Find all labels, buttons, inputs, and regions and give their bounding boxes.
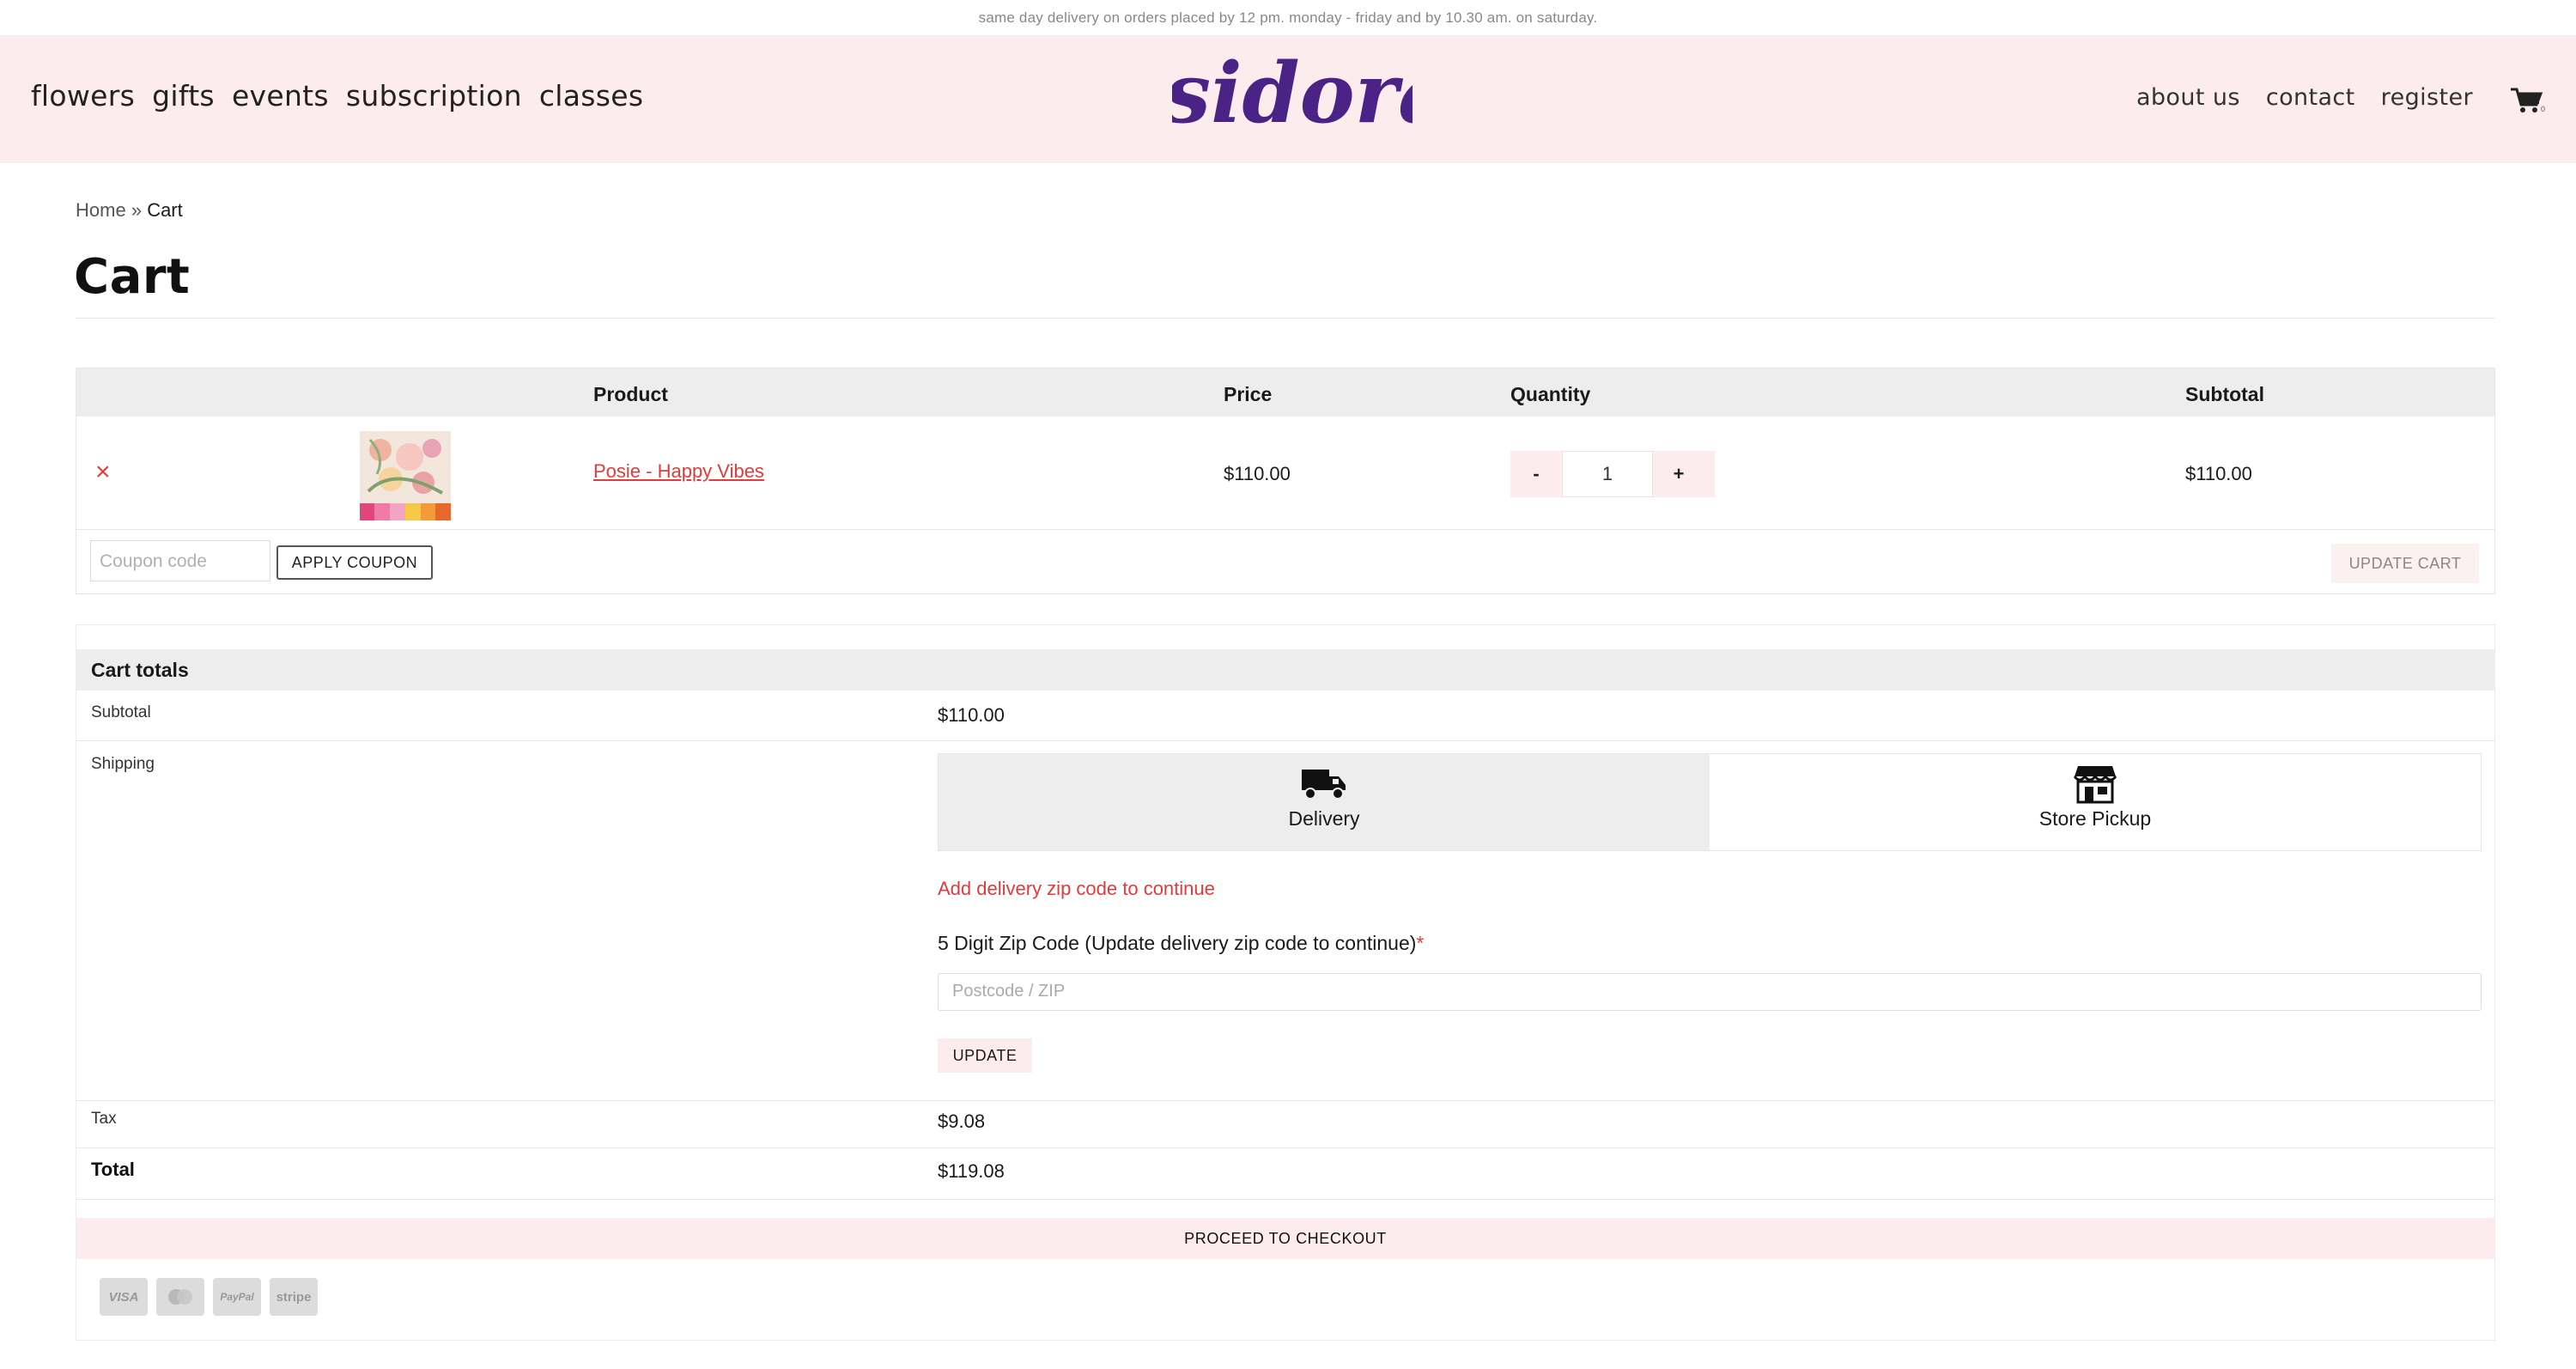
table-row: × Posie - Happy Vibes $110.00 - 1 + $110… (76, 417, 2494, 530)
announcement-bar: same day delivery on orders placed by 12… (0, 0, 2576, 36)
nav-flowers[interactable]: flowers (31, 79, 135, 113)
cart-count: 0 (2540, 105, 2545, 113)
delivery-label: Delivery (1288, 807, 1360, 830)
nav-contact[interactable]: contact (2266, 84, 2355, 111)
zip-label: 5 Digit Zip Code (Update delivery zip co… (938, 932, 1424, 955)
required-asterisk: * (1416, 932, 1425, 954)
shipping-method-selector: Delivery Store Pickup (938, 753, 2482, 851)
truck-icon (1302, 770, 1346, 800)
header-quantity: Quantity (1510, 383, 1591, 405)
cart-actions: Coupon code APPLY COUPON UPDATE CART (76, 530, 2494, 595)
update-zip-button[interactable]: UPDATE (938, 1038, 1032, 1073)
zip-code-input[interactable]: Postcode / ZIP (938, 973, 2482, 1011)
quantity-decrease-button[interactable]: - (1510, 451, 1562, 497)
secondary-nav: about us contact register (2136, 84, 2473, 111)
header-price: Price (1224, 383, 1273, 405)
main-nav: flowers gifts events subscription classe… (31, 79, 643, 113)
total-label: Total (91, 1159, 135, 1180)
paypal-icon: PayPal (213, 1278, 261, 1316)
nav-classes[interactable]: classes (539, 79, 644, 113)
cart-totals: Cart totals Subtotal $110.00 Shipping De… (76, 624, 2495, 1341)
breadcrumb-current: Cart (147, 199, 183, 221)
quantity-stepper: - 1 + (1510, 451, 1715, 497)
row-divider (76, 1147, 2494, 1148)
table-header: Product Price Quantity Subtotal (76, 368, 2494, 417)
store-pickup-label: Store Pickup (2038, 807, 2152, 830)
shipping-option-delivery[interactable]: Delivery (939, 754, 1710, 850)
site-header: flowers gifts events subscription classe… (0, 36, 2576, 163)
item-price: $110.00 (1224, 463, 1291, 484)
cart-totals-header: Cart totals (76, 649, 2494, 691)
page-title: Cart (74, 249, 191, 305)
quantity-input[interactable]: 1 (1562, 451, 1653, 497)
tax-value: $9.08 (938, 1110, 986, 1132)
product-thumbnail[interactable] (360, 431, 451, 520)
store-icon (2073, 766, 2117, 804)
breadcrumb-separator: » (131, 199, 143, 221)
update-cart-button[interactable]: UPDATE CART (2331, 544, 2479, 583)
row-divider (76, 740, 2494, 741)
subtotal-value: $110.00 (938, 704, 1005, 726)
product-link[interactable]: Posie - Happy Vibes (593, 460, 764, 483)
header-subtotal: Subtotal (2185, 383, 2264, 405)
nav-gifts[interactable]: gifts (152, 79, 215, 113)
isidora-logo[interactable]: isidora (1172, 43, 1413, 146)
stripe-icon: stripe (270, 1278, 318, 1316)
apply-coupon-button[interactable]: APPLY COUPON (276, 545, 433, 580)
visa-icon: VISA (100, 1278, 148, 1316)
coupon-code-input[interactable]: Coupon code (90, 540, 270, 581)
nav-events[interactable]: events (232, 79, 329, 113)
item-subtotal: $110.00 (2185, 463, 2252, 484)
logo-text: isidora (1172, 45, 1413, 142)
header-product: Product (593, 383, 668, 405)
total-value: $119.08 (938, 1160, 1005, 1182)
proceed-to-checkout-button[interactable]: PROCEED TO CHECKOUT (76, 1218, 2494, 1259)
row-divider (76, 1100, 2494, 1101)
breadcrumb-home[interactable]: Home (76, 199, 126, 221)
subtotal-label: Subtotal (91, 703, 151, 721)
mastercard-icon (156, 1278, 204, 1316)
cart-table: Product Price Quantity Subtotal × Posie … (76, 368, 2495, 594)
row-divider (76, 1199, 2494, 1200)
shipping-label: Shipping (91, 755, 155, 773)
remove-item-icon[interactable]: × (95, 459, 111, 485)
payment-methods: VISA PayPal stripe (100, 1278, 318, 1316)
nav-about-us[interactable]: about us (2136, 84, 2240, 111)
quantity-increase-button[interactable]: + (1653, 451, 1704, 497)
shipping-option-store-pickup[interactable]: Store Pickup (1710, 754, 2481, 850)
title-divider (76, 318, 2495, 319)
tax-label: Tax (91, 1110, 117, 1128)
announcement-text: same day delivery on orders placed by 12… (978, 9, 1598, 26)
nav-subscription[interactable]: subscription (346, 79, 522, 113)
nav-register[interactable]: register (2381, 84, 2473, 111)
breadcrumb: Home » Cart (76, 199, 183, 222)
cart-icon[interactable] (2509, 86, 2543, 115)
zip-label-text: 5 Digit Zip Code (Update delivery zip co… (938, 932, 1417, 954)
zip-warning-text: Add delivery zip code to continue (938, 878, 1215, 899)
cart-totals-title: Cart totals (91, 659, 189, 681)
